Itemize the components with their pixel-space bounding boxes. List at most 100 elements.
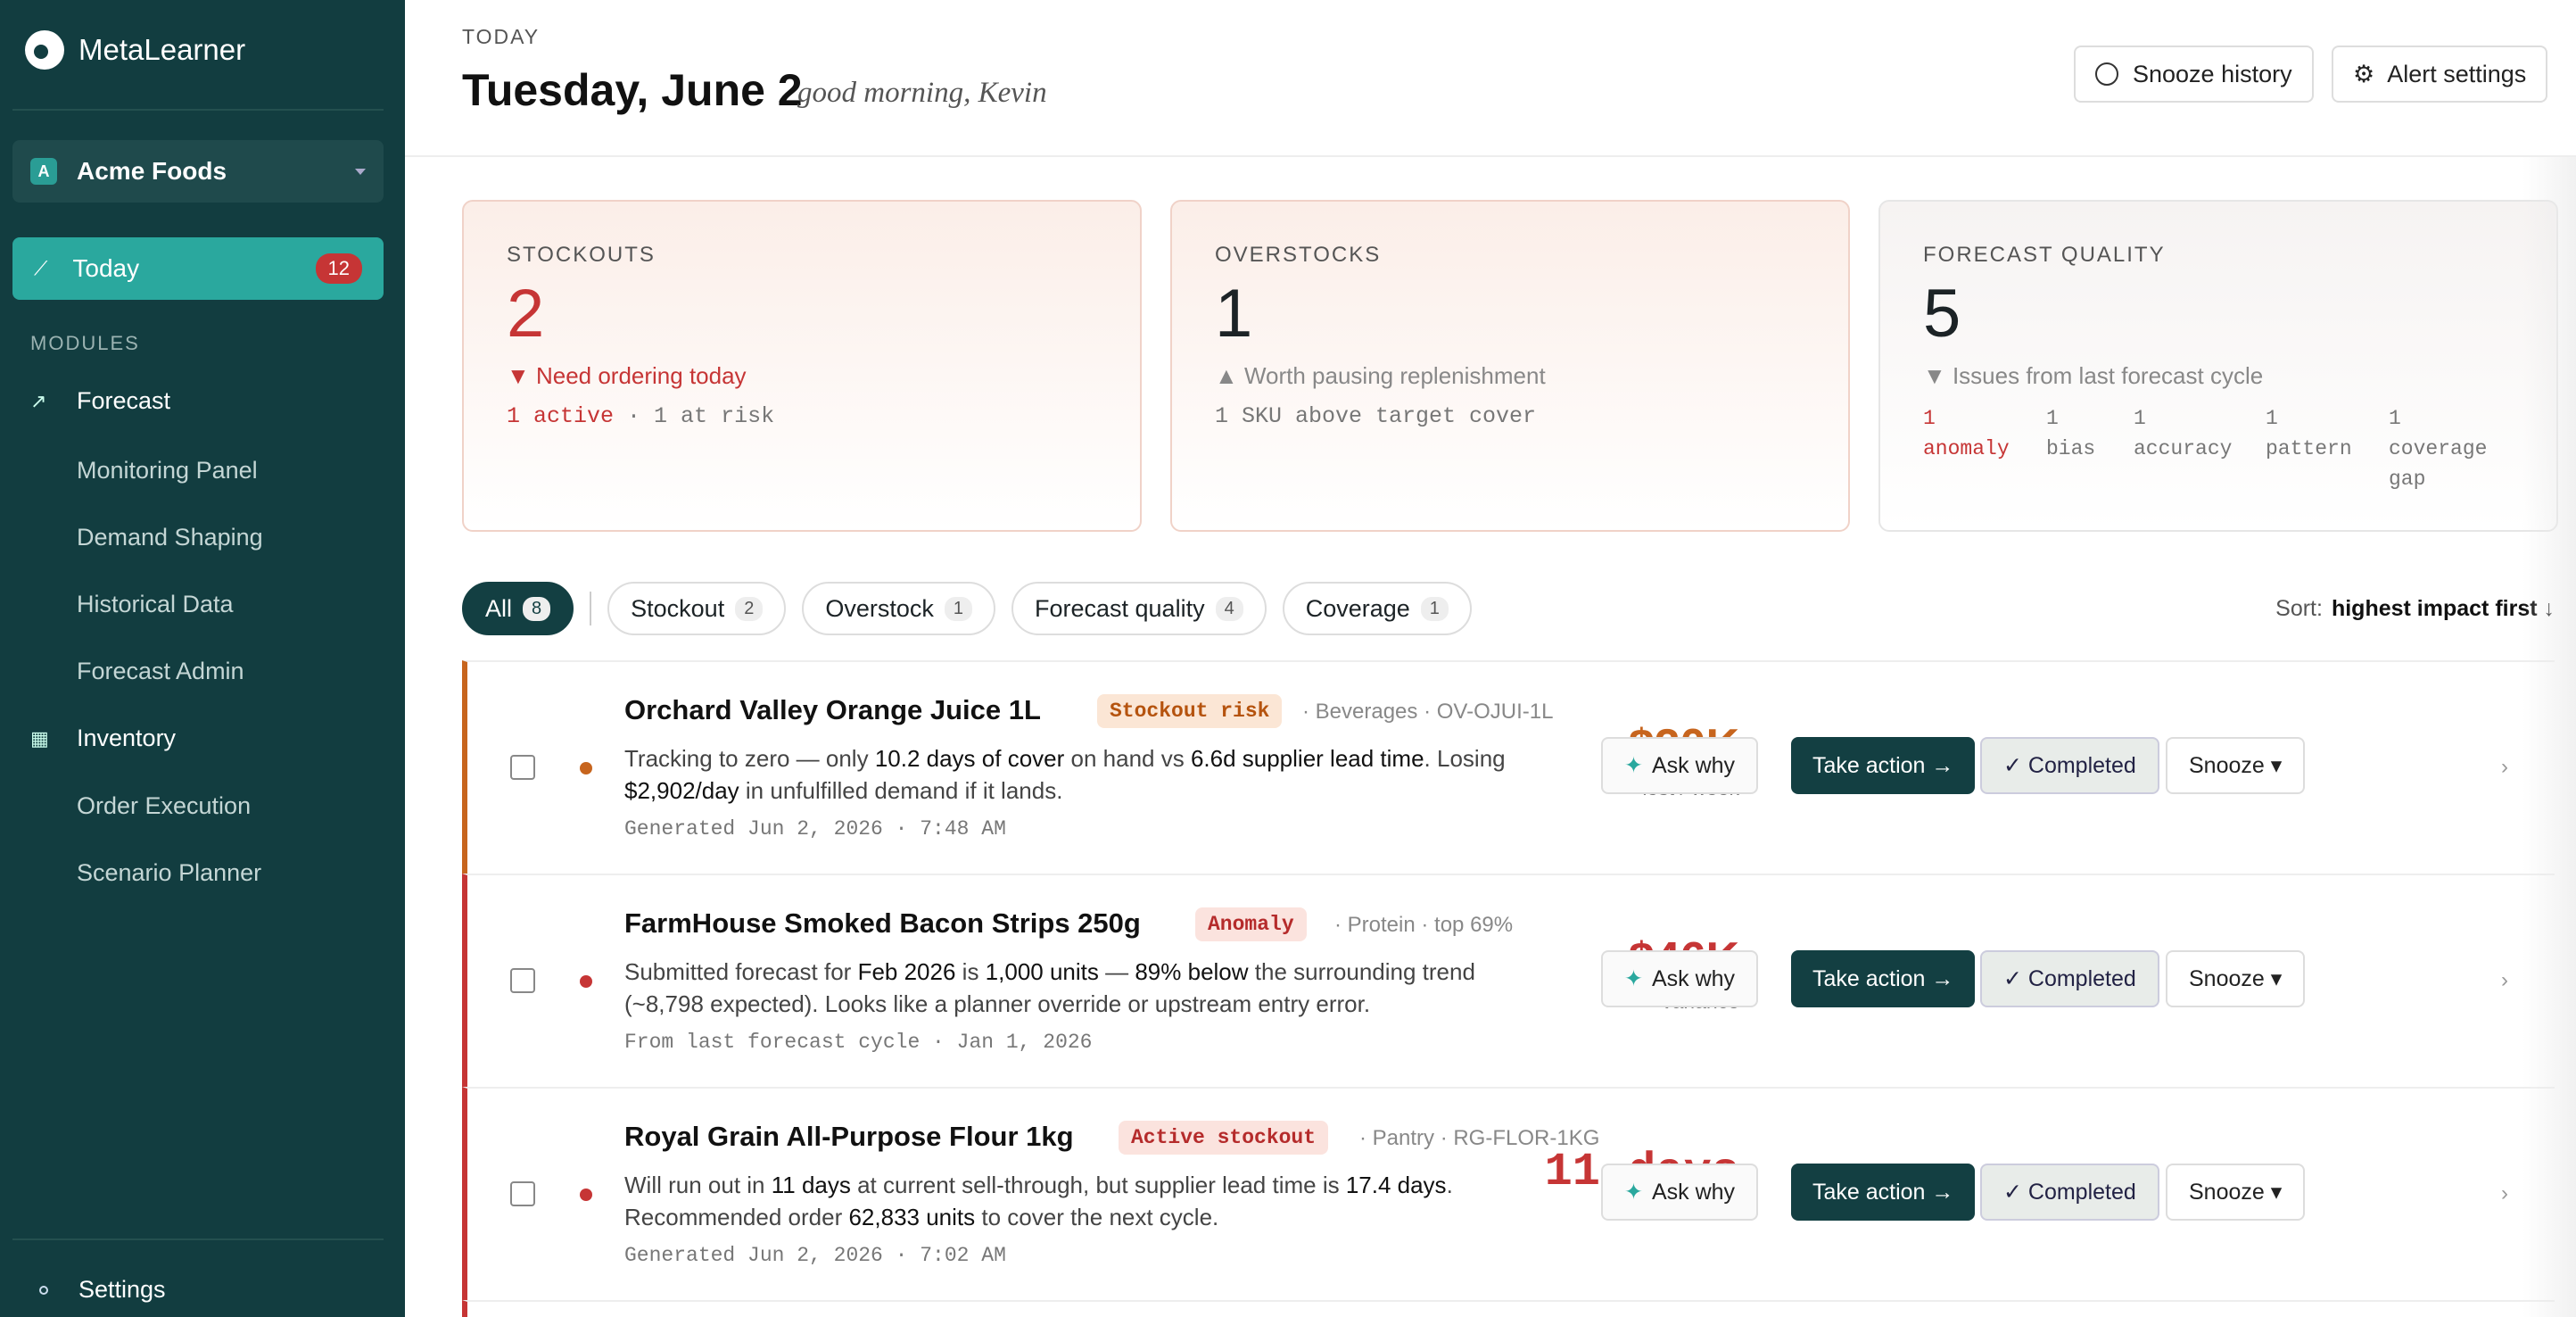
snooze-button[interactable]: Snooze ▾ — [2166, 1164, 2306, 1221]
alert-title: Orchard Valley Orange Juice 1L — [624, 694, 1041, 725]
completed-button[interactable]: ✓ Completed — [1980, 737, 2159, 794]
alert-generated: Generated Jun 2, 2026 · 7:02 AM — [624, 1244, 1006, 1267]
forecast-quality-card[interactable]: FORECAST QUALITY 5 ▼ Issues from last fo… — [1878, 200, 2558, 532]
filter-all[interactable]: All 8 — [462, 582, 574, 635]
sidebar-item-settings[interactable]: Settings — [30, 1276, 166, 1304]
take-action-button[interactable]: Take action → — [1791, 1164, 1976, 1221]
alert-description: Submitted forecast for Feb 2026 is 1,000… — [624, 958, 1475, 1017]
summary-cards: STOCKOUTS 2 ▼ Need ordering today 1 acti… — [462, 200, 2558, 532]
completed-button[interactable]: ✓ Completed — [1980, 1164, 2159, 1221]
app-logo[interactable]: MetaLearner — [25, 30, 245, 70]
sidebar-item-forecast[interactable]: ↗ Forecast — [30, 387, 170, 415]
chevron-right-icon[interactable]: › — [2501, 1181, 2508, 1206]
completed-button[interactable]: ✓ Completed — [1980, 950, 2159, 1007]
chevron-down-icon — [355, 168, 366, 175]
alert-generated: Generated Jun 2, 2026 · 7:48 AM — [624, 817, 1006, 841]
alert-meta: · Protein · top 69% — [1334, 913, 1514, 937]
stockouts-card[interactable]: STOCKOUTS 2 ▼ Need ordering today 1 acti… — [462, 200, 1142, 532]
page-eyebrow: TODAY — [462, 25, 541, 48]
sort-value: highest impact first ↓ — [2331, 596, 2555, 621]
status-dot — [580, 1189, 592, 1201]
ask-why-button[interactable]: ✦ Ask why — [1601, 1164, 1759, 1221]
row-checkbox[interactable] — [510, 968, 535, 993]
card-title: FORECAST QUALITY — [1923, 243, 2166, 267]
chip-count: 1 — [944, 596, 972, 621]
ask-why-button[interactable]: ✦ Ask why — [1601, 950, 1759, 1007]
org-switcher[interactable]: A Acme Foods — [12, 140, 384, 203]
trend-icon: ⟋ — [34, 257, 48, 279]
chip-count: 4 — [1215, 596, 1243, 621]
logo-icon — [25, 30, 64, 70]
card-meta: 1 anomaly 1 bias 1 accuracy 1 pattern 1 … — [1923, 403, 2487, 494]
scroll-shade — [2522, 157, 2576, 1317]
chevron-right-icon[interactable]: › — [2501, 755, 2508, 780]
card-title: STOCKOUTS — [507, 243, 656, 267]
pattern-count: 1 pattern — [2266, 407, 2352, 460]
sidebar-item-label: Settings — [78, 1276, 166, 1303]
sidebar: MetaLearner A Acme Foods ⟋ Today 12 MODU… — [0, 0, 405, 1317]
alert-generated: From last forecast cycle · Jan 1, 2026 — [624, 1031, 1093, 1054]
card-meta: 1 SKU above target cover — [1215, 403, 1537, 429]
sidebar-item-demand-shaping[interactable]: Demand Shaping — [77, 524, 263, 551]
alert-settings-button[interactable]: ⚙ Alert settings — [2332, 46, 2548, 103]
card-value: 5 — [1923, 276, 1961, 352]
chip-label: Stockout — [631, 594, 725, 622]
take-action-button[interactable]: Take action → — [1791, 950, 1976, 1007]
chevron-right-icon[interactable]: › — [2501, 968, 2508, 993]
coverage-gap-count: 1 coverage gap — [2389, 407, 2488, 491]
gear-icon: ⚙ — [2353, 60, 2375, 87]
alert-tag: Active stockout — [1119, 1121, 1329, 1155]
filter-stockout[interactable]: Stockout 2 — [607, 582, 787, 635]
filter-forecast-quality[interactable]: Forecast quality 4 — [1011, 582, 1267, 635]
sort-label: Sort: — [2275, 596, 2323, 621]
chip-label: All — [485, 594, 513, 622]
grid-icon: ▦ — [30, 726, 49, 750]
sidebar-item-scenario-planner[interactable]: Scenario Planner — [77, 859, 261, 887]
sidebar-item-historical-data[interactable]: Historical Data — [77, 591, 234, 618]
snooze-history-button[interactable]: Snooze history — [2074, 46, 2314, 103]
alert-title: FarmHouse Smoked Bacon Strips 250g — [624, 907, 1141, 939]
sidebar-item-inventory[interactable]: ▦ Inventory — [30, 725, 176, 752]
card-subtitle: ▼ Issues from last forecast cycle — [1923, 362, 2264, 389]
sidebar-item-forecast-admin[interactable]: Forecast Admin — [77, 658, 244, 685]
status-dot — [580, 975, 592, 988]
filter-overstock[interactable]: Overstock 1 — [802, 582, 995, 635]
card-value: 1 — [1215, 276, 1253, 352]
sidebar-item-monitoring-panel[interactable]: Monitoring Panel — [77, 457, 258, 485]
status-dot — [580, 762, 592, 774]
alert-tag: Stockout risk — [1097, 694, 1283, 728]
anomaly-count: 1 anomaly — [1923, 407, 2010, 460]
take-action-button[interactable]: Take action → — [1791, 737, 1976, 794]
button-label: Ask why — [1651, 1179, 1736, 1205]
org-badge: A — [30, 158, 57, 185]
snooze-button[interactable]: Snooze ▾ — [2166, 950, 2306, 1007]
sidebar-item-label: Forecast — [77, 387, 171, 414]
alert-description: Will run out in 11 days at current sell-… — [624, 1172, 1453, 1230]
filter-coverage[interactable]: Coverage 1 — [1282, 582, 1472, 635]
alert-row[interactable] — [462, 1300, 2555, 1317]
alert-row[interactable]: Royal Grain All-Purpose Flour 1kg Active… — [462, 1087, 2555, 1300]
alert-row[interactable]: FarmHouse Smoked Bacon Strips 250g Anoma… — [462, 874, 2555, 1087]
chip-count: 2 — [735, 596, 764, 621]
chip-count: 8 — [523, 596, 551, 621]
sidebar-item-order-execution[interactable]: Order Execution — [77, 792, 251, 820]
trend-up-icon: ↗ — [30, 389, 47, 412]
alert-description: Tracking to zero — only 10.2 days of cov… — [624, 745, 1506, 804]
alert-tag: Anomaly — [1195, 907, 1307, 941]
app-name: MetaLearner — [78, 33, 246, 66]
card-subtitle: ▲ Worth pausing replenishment — [1215, 362, 1546, 389]
row-checkbox[interactable] — [510, 755, 535, 780]
filter-bar: All 8 Stockout 2 Overstock 1 Forecast quali… — [462, 582, 1472, 635]
sidebar-item-label: Inventory — [77, 725, 177, 751]
sort-control[interactable]: Sort: highest impact first ↓ — [2275, 596, 2555, 622]
sidebar-item-today[interactable]: ⟋ Today 12 — [12, 237, 384, 300]
ask-why-button[interactable]: ✦ Ask why — [1601, 737, 1759, 794]
row-checkbox[interactable] — [510, 1181, 535, 1206]
alert-meta: · Beverages · OV-OJUI-1L — [1302, 700, 1554, 724]
snooze-button[interactable]: Snooze ▾ — [2166, 737, 2306, 794]
accuracy-count: 1 accuracy — [2134, 407, 2233, 460]
main-content: TODAY Tuesday, June 2 good morning, Kevi… — [405, 0, 2576, 1317]
greeting: good morning, Kevin — [797, 77, 1047, 109]
overstocks-card[interactable]: OVERSTOCKS 1 ▲ Worth pausing replenishme… — [1170, 200, 1850, 532]
alert-row[interactable]: Orchard Valley Orange Juice 1L Stockout … — [462, 660, 2555, 874]
